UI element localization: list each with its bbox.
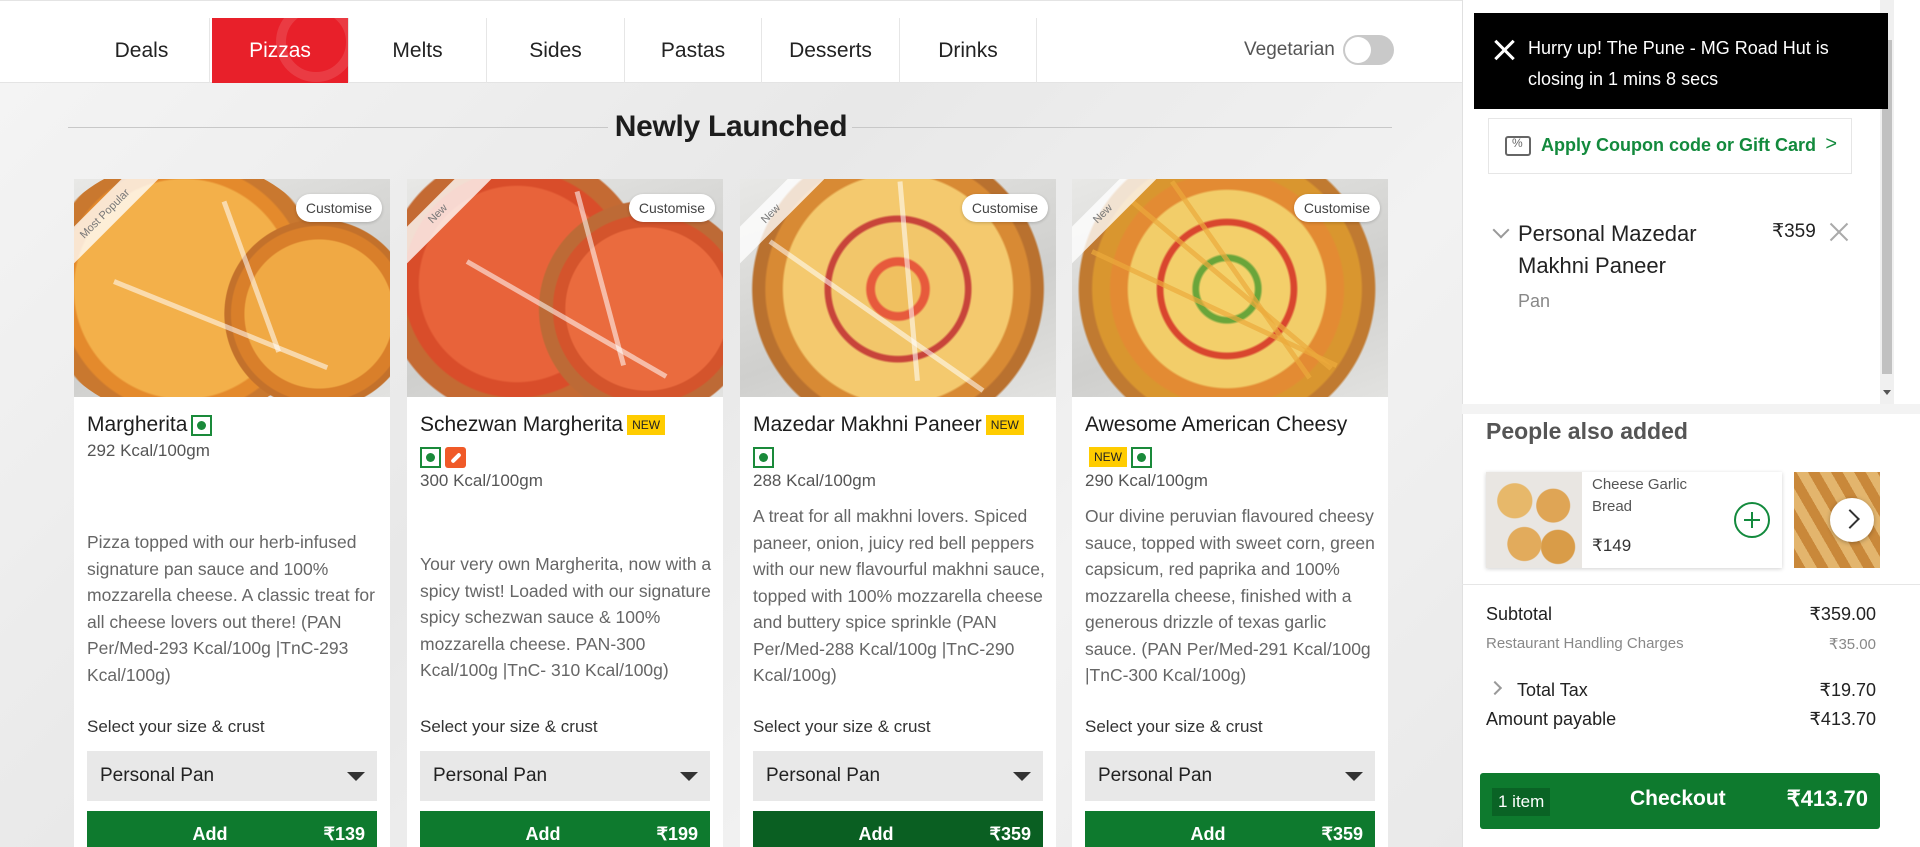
product-card: Most Popular Customise Margherita 292 Kc… <box>74 179 390 847</box>
suggestion-name: Cheese Garlic Bread <box>1592 476 1688 515</box>
cart-item-name: Personal Mazedar Makhni Paneer <box>1518 221 1697 278</box>
payable-label: Amount payable <box>1486 709 1617 729</box>
pizza-image[interactable]: New Customise <box>407 179 723 397</box>
garlic-bread-image <box>1486 472 1582 568</box>
coupon-label: Apply Coupon code or Gift Card <box>1541 135 1816 155</box>
product-name: Schezwan Margherita NEW <box>420 409 710 473</box>
pizza-image[interactable]: New Customise <box>740 179 1056 397</box>
section-title: Newly Launched <box>614 110 848 143</box>
size-label: Select your size & crust <box>420 717 598 736</box>
size-crust-select[interactable]: Personal Pan <box>1085 751 1375 801</box>
new-badge: NEW <box>627 415 666 436</box>
customise-button[interactable]: Customise <box>628 194 715 222</box>
close-icon[interactable] <box>1492 37 1518 63</box>
product-name: Mazedar Makhni Paneer NEW <box>753 409 1043 473</box>
product-kcal: 288 Kcal/100gm <box>753 471 876 490</box>
product-description: Our divine peruvian flavoured cheesy sau… <box>1085 506 1375 685</box>
handling-value: ₹35.00 <box>1828 636 1876 653</box>
tab-desserts[interactable]: Desserts <box>762 18 900 83</box>
add-to-cart-button[interactable]: Add ₹199 <box>420 811 710 847</box>
vegetarian-toggle[interactable] <box>1342 35 1394 65</box>
chevron-right-icon: > <box>1825 133 1837 155</box>
handling-label: Restaurant Handling Charges <box>1486 635 1684 652</box>
veg-icon <box>1131 446 1152 468</box>
veg-icon <box>191 414 213 436</box>
cart-item-price: ₹359 <box>1772 221 1816 242</box>
product-description: Pizza topped with our herb-infused signa… <box>87 532 375 685</box>
new-badge: NEW <box>1089 447 1127 468</box>
chevron-down-icon <box>347 772 365 781</box>
toggle-knob <box>1344 37 1371 63</box>
add-suggestion-plus-icon[interactable] <box>1734 502 1770 538</box>
tab-deals[interactable]: Deals <box>74 18 210 83</box>
product-description: A treat for all makhni lovers. Spiced pa… <box>753 506 1045 685</box>
tab-pastas[interactable]: Pastas <box>625 18 762 83</box>
customise-button[interactable]: Customise <box>961 194 1048 222</box>
product-name: Awesome American CheesyNEW <box>1085 409 1375 473</box>
tab-drinks[interactable]: Drinks <box>900 18 1037 83</box>
suggestion-card[interactable]: Cheese Garlic Bread ₹149 <box>1486 472 1782 568</box>
scroll-down-icon[interactable] <box>1883 390 1891 395</box>
coupon-icon <box>1505 136 1531 156</box>
tax-value: ₹19.70 <box>1819 680 1877 700</box>
product-kcal: 290 Kcal/100gm <box>1085 471 1208 490</box>
pizza-image[interactable]: New Customise <box>1072 179 1388 397</box>
tab-pizzas-label: Pizzas <box>249 38 311 62</box>
subtotal-value: ₹359.00 <box>1809 604 1876 624</box>
size-label: Select your size & crust <box>1085 717 1263 736</box>
size-crust-select[interactable]: Personal Pan <box>87 751 377 801</box>
add-to-cart-button[interactable]: Add ₹359 <box>1085 811 1375 847</box>
subtotal-label: Subtotal <box>1486 604 1553 624</box>
pizza-image[interactable]: Most Popular Customise <box>74 179 390 397</box>
remove-item-icon[interactable] <box>1828 220 1850 242</box>
product-card: New Customise Schezwan Margherita NEW 300… <box>407 179 723 847</box>
suggestion-price: ₹149 <box>1592 536 1632 555</box>
checkout-label: Checkout <box>1630 787 1726 810</box>
item-count-badge: 1 item <box>1492 788 1551 816</box>
tab-pizzas[interactable]: Pizzas <box>212 18 349 83</box>
cart-item-crust: Pan <box>1518 291 1551 311</box>
vegetarian-label: Vegetarian <box>1244 39 1335 60</box>
new-badge: NEW <box>985 415 1024 436</box>
tab-melts[interactable]: Melts <box>349 18 487 83</box>
veg-icon <box>420 446 441 468</box>
apply-coupon-button[interactable]: Apply Coupon code or Gift Card > <box>1488 118 1852 174</box>
product-section: Newly Launched Most Popular Customise Ma… <box>0 83 1462 847</box>
closing-toast: Hurry up! The Pune - MG Road Hut is clos… <box>1474 13 1888 109</box>
checkout-total: ₹413.70 <box>1786 786 1868 811</box>
product-card: New Customise Awesome American CheesyNEW… <box>1072 179 1388 847</box>
product-name: Margherita <box>87 409 377 441</box>
customise-button[interactable]: Customise <box>1293 194 1380 222</box>
customise-button[interactable]: Customise <box>295 194 382 222</box>
spicy-icon <box>445 446 466 468</box>
chevron-down-icon <box>1345 772 1363 781</box>
product-card: New Customise Mazedar Makhni Paneer NEW 2… <box>740 179 1056 847</box>
product-kcal: 292 Kcal/100gm <box>87 441 210 460</box>
summary-divider <box>1462 584 1920 585</box>
tax-label[interactable]: Total Tax <box>1517 680 1588 701</box>
add-to-cart-button[interactable]: Add ₹139 <box>87 811 377 847</box>
veg-icon <box>753 446 774 468</box>
chevron-down-icon <box>680 772 698 781</box>
payable-value: ₹413.70 <box>1809 709 1876 729</box>
also-added-title: People also added <box>1486 418 1688 444</box>
cart-divider <box>1462 404 1920 414</box>
size-crust-select[interactable]: Personal Pan <box>753 751 1043 801</box>
add-to-cart-button[interactable]: Add ₹359 <box>753 811 1043 847</box>
vegetarian-filter: Vegetarian <box>1244 35 1394 65</box>
checkout-button[interactable]: 1 item Checkout ₹413.70 <box>1480 773 1880 829</box>
size-crust-select[interactable]: Personal Pan <box>420 751 710 801</box>
toast-message: Hurry up! The Pune - MG Road Hut is clos… <box>1528 38 1829 89</box>
size-label: Select your size & crust <box>87 717 265 736</box>
chevron-down-icon <box>1013 772 1031 781</box>
size-label: Select your size & crust <box>753 717 931 736</box>
carousel-next-icon[interactable] <box>1830 498 1874 542</box>
product-kcal: 300 Kcal/100gm <box>420 471 543 490</box>
tab-sides[interactable]: Sides <box>487 18 625 83</box>
product-description: Your very own Margherita, now with a spi… <box>420 554 712 680</box>
category-nav: Deals Pizzas Melts Sides Pastas Desserts… <box>0 0 1462 83</box>
